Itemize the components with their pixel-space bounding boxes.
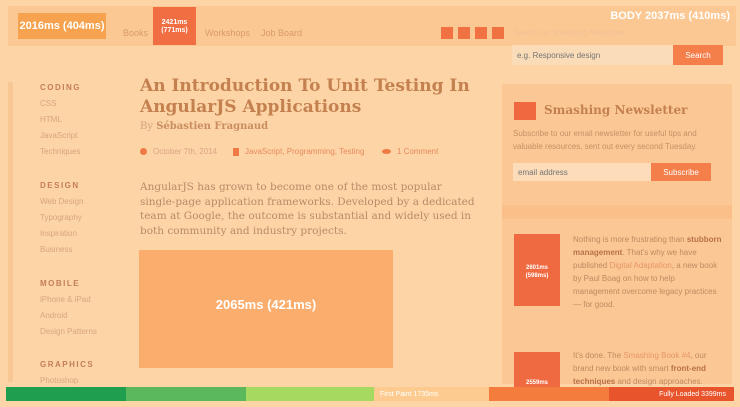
book-timing-line2: (598ms) [525, 273, 549, 279]
category-link[interactable]: CSS [40, 99, 56, 108]
category-link[interactable]: Design Patterns [40, 327, 97, 336]
timeline-segment [246, 387, 374, 401]
nav-timing-line2: (771ms) [161, 27, 188, 34]
article-byline: By Sébastien Fragnaud [140, 121, 268, 132]
social-icon[interactable] [475, 27, 487, 39]
fully-loaded-label: Fully Loaded 3399ms [659, 390, 726, 398]
category-link[interactable]: Web Design [40, 197, 83, 206]
category-heading: CODING [40, 83, 81, 92]
category-link[interactable]: Android [40, 311, 68, 320]
first-paint-marker: First Paint 1735ms [374, 387, 489, 401]
nav-books-link[interactable]: Books [123, 28, 148, 38]
article-date: October 7th, 2014 [140, 147, 217, 156]
category-heading: DESIGN [40, 181, 80, 190]
tag-icon [233, 147, 239, 156]
search-caption: Search on Smashing Magazine [513, 28, 625, 37]
newsletter-icon [514, 102, 536, 120]
book-timing-line1: 2601ms [525, 265, 549, 271]
search-input[interactable] [512, 45, 673, 65]
search-button[interactable]: Search [673, 45, 723, 65]
promo-text: It's done. The [573, 351, 624, 360]
sidebar-strip [8, 82, 13, 382]
category-heading: MOBILE [40, 279, 81, 288]
social-icon[interactable] [458, 27, 470, 39]
timeline-segment [489, 387, 609, 401]
promo-smashing-book: It's done. The Smashing Book #4, our bra… [573, 349, 723, 388]
category-heading: GRAPHICS [40, 360, 95, 369]
promo-text: Nothing is more frustrating than [573, 235, 687, 244]
newsletter-text: Subscribe to our email newsletter for us… [513, 129, 697, 151]
smashing-book-link[interactable]: Smashing Book #4 [623, 351, 690, 360]
category-link[interactable]: Techniques [40, 147, 80, 156]
timeline-segment [6, 387, 126, 401]
load-timeline: First Paint 1735ms Fully Loaded 3399ms [6, 387, 734, 401]
comments-link[interactable]: 1 Comment [397, 147, 438, 156]
category-link[interactable]: JavaScript [40, 131, 77, 140]
category-link[interactable]: Inspiration [40, 229, 77, 238]
nav-workshops-link[interactable]: Workshops [205, 28, 250, 38]
nav-timing-badge: 2421ms (771ms) [153, 7, 196, 45]
article-date-text: October 7th, 2014 [153, 147, 218, 156]
fully-loaded-marker: Fully Loaded 3399ms [609, 387, 734, 401]
category-link[interactable]: Business [40, 245, 72, 254]
clock-icon [140, 148, 147, 155]
byline-prefix: By [140, 121, 153, 132]
section-divider [502, 205, 732, 219]
category-link[interactable]: iPhone & iPad [40, 295, 91, 304]
nav-timing-line1: 2421ms [161, 19, 188, 26]
article-tags-links[interactable]: JavaScript, Programming, Testing [245, 147, 364, 156]
author-link[interactable]: Sébastien Fragnaud [156, 121, 268, 132]
article-tags: JavaScript, Programming, Testing [233, 147, 364, 156]
first-paint-label: First Paint 1735ms [380, 390, 439, 398]
category-link[interactable]: Typography [40, 213, 82, 222]
article-intro: AngularJS has grown to become one of the… [140, 181, 475, 237]
promo-text: and design approaches. [615, 377, 703, 386]
article-comments: 1 Comment [382, 147, 438, 156]
subscribe-button[interactable]: Subscribe [651, 163, 711, 181]
book-timing: 2559ms [525, 380, 549, 386]
social-icon[interactable] [441, 27, 453, 39]
book-cover-smashing-book-4[interactable]: 2559ms [514, 352, 560, 387]
book-cover-digital-adaptation[interactable]: 2601ms (598ms) [514, 234, 560, 306]
hero-timing-label: 2065ms (421ms) [215, 297, 317, 312]
article-title[interactable]: An Introduction To Unit Testing In Angul… [140, 76, 470, 118]
social-icon[interactable] [492, 27, 504, 39]
category-link[interactable]: HTML [40, 115, 62, 124]
digital-adaptation-link[interactable]: Digital Adaptation [609, 261, 671, 270]
newsletter-title: Smashing Newsletter [544, 103, 688, 117]
nav-job-board-link[interactable]: Job Board [261, 28, 302, 38]
email-field[interactable] [513, 163, 651, 181]
header-timing-badge: 2016ms (404ms) [18, 13, 106, 39]
comment-icon [382, 149, 391, 154]
category-link[interactable]: Photoshop [40, 376, 78, 385]
body-timing-label: BODY 2037ms (410ms) [610, 10, 730, 22]
promo-digital-adaptation: Nothing is more frustrating than stubbor… [573, 233, 723, 311]
timeline-segment [126, 387, 246, 401]
article-hero-image: 2065ms (421ms) [139, 250, 393, 368]
